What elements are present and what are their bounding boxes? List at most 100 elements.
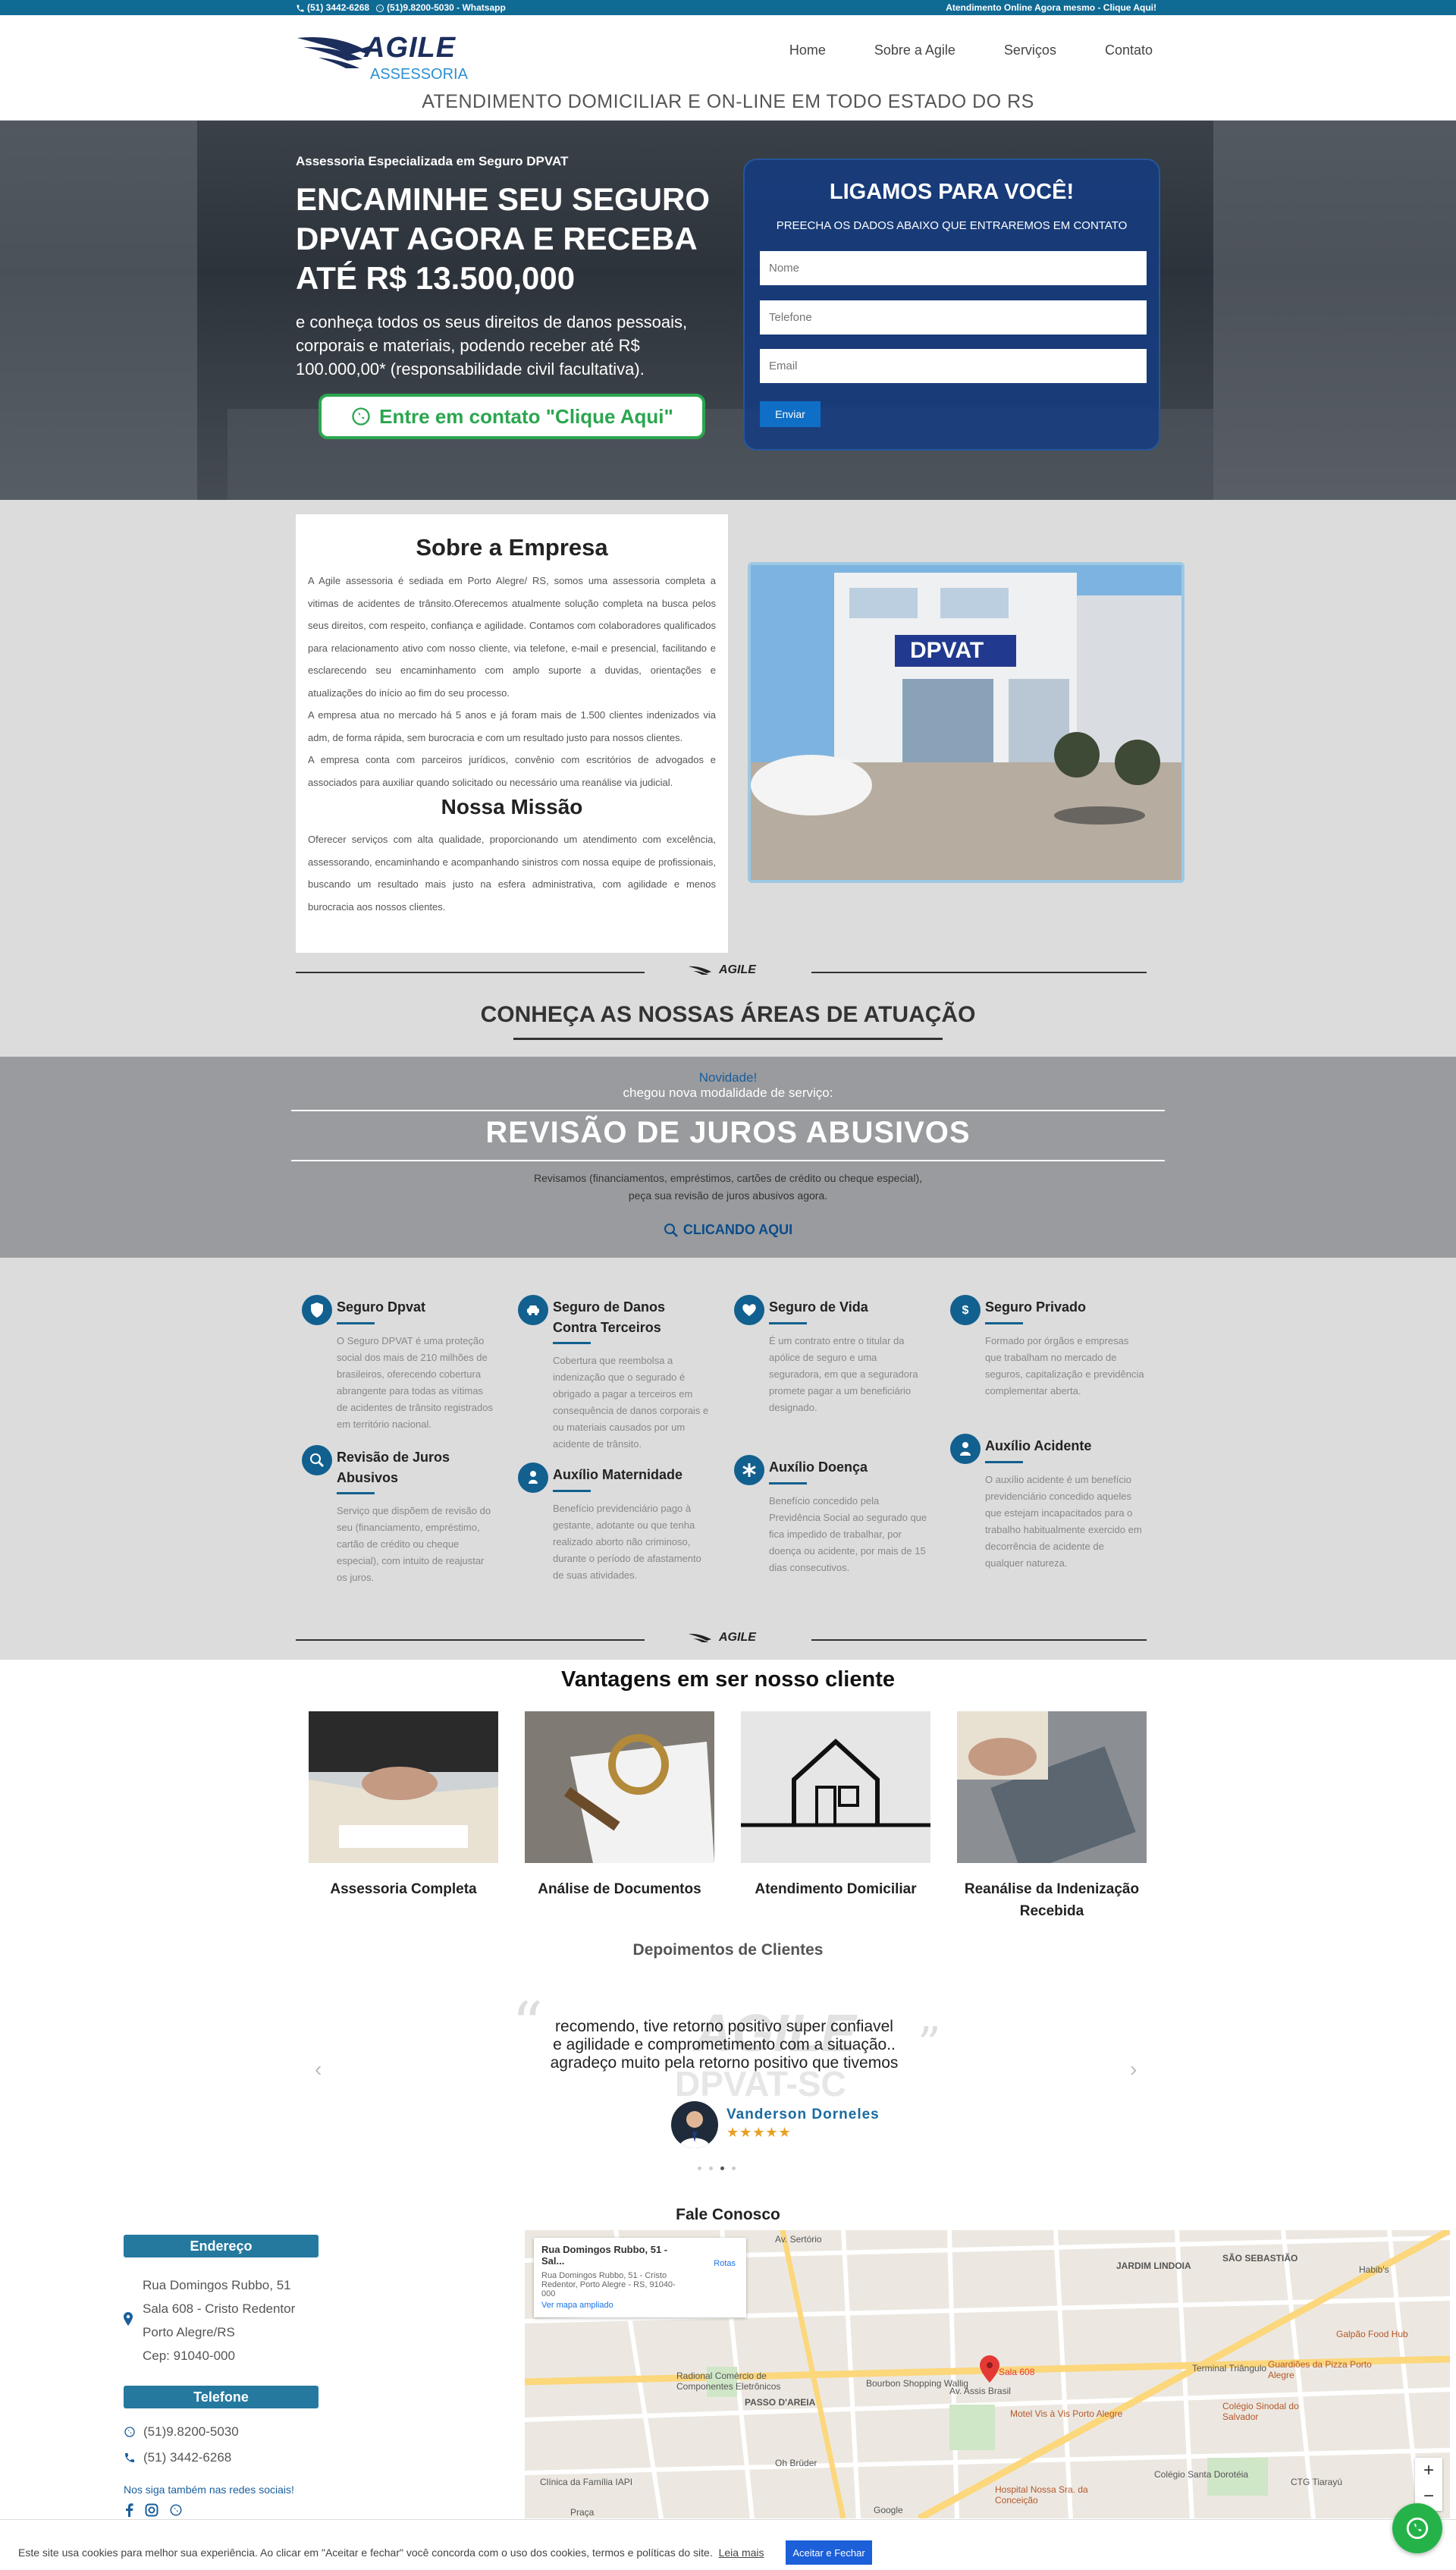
service-title[interactable]: Revisão de Juros Abusivos xyxy=(337,1447,496,1488)
about-card: Sobre a Empresa A Agile assessoria é sed… xyxy=(296,514,728,953)
service-title[interactable]: Seguro de Danos Contra Terceiros xyxy=(553,1297,712,1338)
divider-logo-text: AGILE xyxy=(719,963,756,976)
service-title[interactable]: Auxílio Maternidade xyxy=(553,1465,712,1485)
floating-whatsapp-button[interactable] xyxy=(1392,2503,1442,2553)
map-label: Google xyxy=(874,2505,903,2515)
logo-text: AGILE xyxy=(364,32,457,64)
about-paragraph-1: A Agile assessoria é sediada em Porto Al… xyxy=(308,575,716,699)
house-drawing-photo xyxy=(741,1711,930,1863)
google-map[interactable]: Rua Domingos Rubbo, 51 - Sal... Rua Domi… xyxy=(525,2230,1450,2518)
carousel-dot[interactable] xyxy=(709,2166,713,2170)
service-title-underline xyxy=(769,1322,807,1324)
carousel-dot[interactable] xyxy=(732,2166,736,2170)
revision-text-2: peça sua revisão de juros abusivos agora… xyxy=(628,1189,828,1202)
testimonial-slide: AGILE DPVAT-SC “ ” recomendo, tive retor… xyxy=(504,1987,944,2162)
contact-title: Fale Conosco xyxy=(676,2206,780,2223)
service-title[interactable]: Seguro de Vida xyxy=(769,1297,928,1318)
carousel-prev-arrow[interactable]: ‹ xyxy=(315,2057,322,2081)
service-description: Serviço que dispõem de revisão do seu (f… xyxy=(337,1505,491,1583)
logo-subtext: ASSESSORIA xyxy=(370,66,468,83)
service-title[interactable]: Seguro Dpvat xyxy=(337,1297,496,1318)
hero-subtitle: Assessoria Especializada em Seguro DPVAT xyxy=(296,154,569,168)
phone-contact[interactable]: (51) 3442-6268 xyxy=(124,2450,231,2465)
service-title-underline xyxy=(553,1342,591,1344)
nav-contato[interactable]: Contato xyxy=(1105,42,1153,58)
service-title-underline xyxy=(985,1322,1023,1324)
map-label: Clínica da Família IAPI xyxy=(540,2477,633,2487)
handshake-photo xyxy=(309,1711,498,1863)
topbar-online-link[interactable]: Atendimento Online Agora mesmo - Clique … xyxy=(946,2,1156,13)
cookie-accept-button[interactable]: Aceitar e Fechar xyxy=(786,2540,872,2565)
contact-cta-button[interactable]: Entre em contato "Clique Aqui" xyxy=(318,394,705,439)
map-label: Colégio Santa Dorotéia xyxy=(1154,2469,1249,2480)
map-label: Av. Sertório xyxy=(775,2234,822,2245)
agile-logo[interactable]: AGILE ASSESSORIA xyxy=(296,24,470,93)
submit-button[interactable]: Enviar xyxy=(760,401,821,427)
service-title[interactable]: Seguro Privado xyxy=(985,1297,1144,1318)
whatsapp-icon[interactable] xyxy=(169,2503,183,2517)
service-title[interactable]: Auxílio Doença xyxy=(769,1457,928,1478)
whatsapp-icon xyxy=(352,407,370,426)
cookie-banner: Este site usa cookies para melhor sua ex… xyxy=(0,2519,1456,2570)
search-money-icon xyxy=(664,1223,678,1237)
service-title-underline xyxy=(337,1322,375,1324)
topbar-phone[interactable]: (51) 3442-6268 xyxy=(296,2,369,13)
service-title[interactable]: Auxílio Acidente xyxy=(985,1436,1144,1456)
address-line-1: Rua Domingos Rubbo, 51 xyxy=(143,2278,291,2292)
instagram-icon[interactable] xyxy=(145,2503,158,2517)
nav-servicos[interactable]: Serviços xyxy=(1004,42,1056,58)
nav-sobre[interactable]: Sobre a Agile xyxy=(874,42,956,58)
map-card-address: Rua Domingos Rubbo, 51 - Cristo Redentor… xyxy=(541,2271,676,2298)
cookie-text-wrap: Este site usa cookies para melhor sua ex… xyxy=(18,2546,764,2559)
carousel-dot-active[interactable] xyxy=(720,2166,724,2170)
rating-stars: ★★★★★ xyxy=(726,2125,792,2140)
revision-line-bottom xyxy=(291,1160,1165,1161)
divider-line-right-2 xyxy=(811,1639,1147,1641)
map-enlarge-link[interactable]: Ver mapa ampliado xyxy=(541,2301,613,2310)
phone-icon xyxy=(297,5,304,12)
map-routes-button[interactable]: Rotas xyxy=(714,2259,736,2268)
carousel-next-arrow[interactable]: › xyxy=(1130,2057,1137,2081)
social-icons xyxy=(124,2503,183,2517)
asterisk-icon xyxy=(734,1455,764,1485)
magnifier-document-photo xyxy=(525,1711,714,1863)
map-label: Radional Comércio de Componentes Eletrôn… xyxy=(676,2370,781,2392)
carousel-dot[interactable] xyxy=(698,2166,701,2170)
map-label: SÃO SEBASTIÃO xyxy=(1222,2253,1298,2264)
divider-line-right xyxy=(811,972,1147,973)
baby-icon xyxy=(518,1463,548,1493)
revision-link-text: CLICANDO AQUI xyxy=(682,1222,793,1237)
divider-logo-2: AGILE xyxy=(689,1631,756,1645)
revision-text-1: Revisamos (financiamentos, empréstimos, … xyxy=(533,1172,923,1184)
phone-label: Telefone xyxy=(124,2386,318,2408)
topbar-whatsapp-text: (51)9.8200-5030 - Whatsapp xyxy=(387,2,506,13)
topbar-whatsapp[interactable]: (51)9.8200-5030 - Whatsapp xyxy=(375,2,506,13)
service-title-underline xyxy=(769,1482,807,1485)
carousel-dots xyxy=(698,2166,736,2170)
eagle-icon xyxy=(689,966,711,975)
mission-text: Oferecer serviços com alta qualidade, pr… xyxy=(308,834,716,913)
revision-novidade: Novidade! xyxy=(698,1070,758,1085)
phone-input[interactable] xyxy=(760,300,1147,335)
name-input[interactable] xyxy=(760,251,1147,285)
cta-label: Entre em contato "Clique Aqui" xyxy=(379,404,673,428)
eagle-icon xyxy=(689,1633,711,1642)
whatsapp-icon xyxy=(124,2427,135,2437)
cookie-read-more-link[interactable]: Leia mais xyxy=(719,2546,764,2559)
email-input[interactable] xyxy=(760,349,1147,383)
areas-title: CONHEÇA AS NOSSAS ÁREAS DE ATUAÇÃO xyxy=(480,1002,976,1027)
revision-link[interactable]: CLICANDO AQUI xyxy=(0,1222,1456,1242)
divider-logo: AGILE xyxy=(689,963,756,977)
avatar xyxy=(671,2101,718,2148)
open-quote-icon: “ xyxy=(512,1989,543,2059)
map-marker-icon[interactable] xyxy=(980,2355,999,2383)
zoom-in-button[interactable]: + xyxy=(1415,2458,1442,2484)
nav-home[interactable]: Home xyxy=(789,42,826,58)
service-description: O auxílio acidente é um benefício previd… xyxy=(985,1474,1142,1569)
revision-title: REVISÃO DE JUROS ABUSIVOS xyxy=(485,1116,971,1149)
divider-line-left xyxy=(296,972,645,973)
whatsapp-contact[interactable]: (51)9.8200-5030 xyxy=(124,2424,239,2440)
revision-line-top xyxy=(291,1110,1165,1111)
main-nav: Home Sobre a Agile Serviços Contato xyxy=(789,42,1153,58)
facebook-icon[interactable] xyxy=(124,2503,134,2517)
